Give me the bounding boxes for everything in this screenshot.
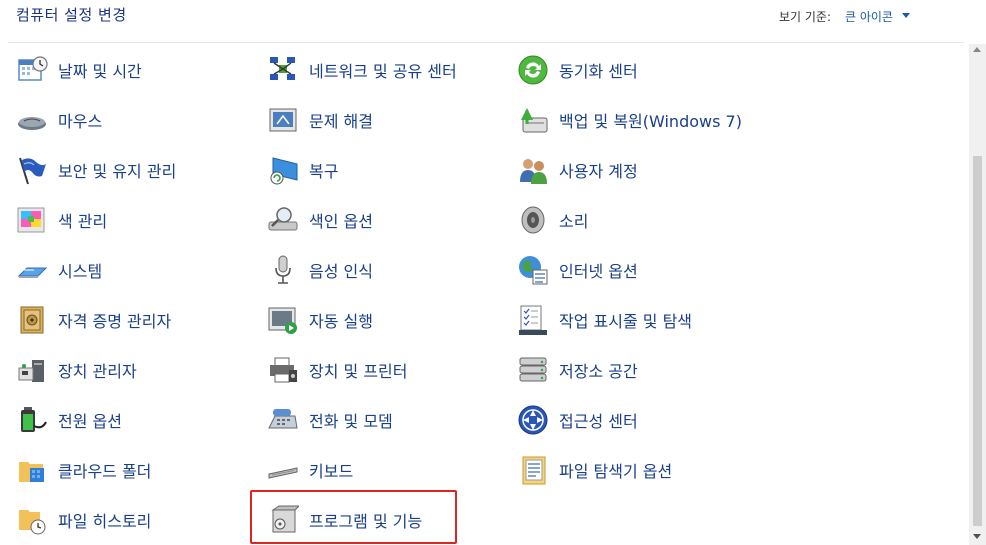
computer-icon: [16, 254, 48, 286]
scroll-up-icon[interactable]: [973, 47, 981, 52]
keyboard-icon: [267, 454, 299, 486]
item-backup-restore[interactable]: 백업 및 복원(Windows 7): [517, 103, 742, 137]
item-user-accounts[interactable]: 사용자 계정: [517, 153, 638, 187]
item-label: 파일 히스토리: [58, 512, 152, 531]
item-label: 작업 표시줄 및 탐색: [559, 312, 693, 331]
item-speech-recognition[interactable]: 음성 인식: [267, 253, 373, 287]
cloud-folder-icon: [16, 454, 48, 486]
page-title: 컴퓨터 설정 변경: [16, 6, 127, 24]
item-label: 색 관리: [58, 212, 108, 231]
phone-modem-icon: [267, 404, 299, 436]
item-cloud-folder[interactable]: 클라우드 폴더: [16, 453, 151, 487]
troubleshooting-icon: [267, 104, 299, 136]
item-security-maintenance[interactable]: 보안 및 유지 관리: [16, 153, 176, 187]
microphone-icon: [267, 254, 299, 286]
item-label: 장치 관리자: [58, 362, 137, 381]
item-troubleshooting[interactable]: 문제 해결: [267, 103, 373, 137]
speaker-icon: [517, 204, 549, 236]
item-file-explorer-options[interactable]: 파일 탐색기 옵션: [517, 453, 672, 487]
item-sync-center[interactable]: 동기화 센터: [517, 53, 638, 87]
item-system[interactable]: 시스템: [16, 253, 102, 287]
item-date-time[interactable]: 날짜 및 시간: [16, 53, 142, 87]
item-label: 복구: [309, 162, 339, 181]
vertical-scrollbar[interactable]: [969, 44, 986, 545]
item-label: 자동 실행: [309, 312, 373, 331]
item-label: 백업 및 복원(Windows 7): [559, 112, 742, 131]
item-phone-modem[interactable]: 전화 및 모뎀: [267, 403, 393, 437]
item-label: 키보드: [309, 462, 354, 481]
device-manager-icon: [16, 354, 48, 386]
battery-icon: [16, 404, 48, 436]
item-ease-of-access[interactable]: 접근성 센터: [517, 403, 638, 437]
item-label: 색인 옵션: [309, 212, 373, 231]
taskbar-icon: [517, 304, 549, 336]
file-history-icon: [16, 504, 48, 536]
item-label: 접근성 센터: [559, 412, 638, 431]
item-power-options[interactable]: 전원 옵션: [16, 403, 122, 437]
item-autoplay[interactable]: 자동 실행: [267, 303, 373, 337]
item-sound[interactable]: 소리: [517, 203, 588, 237]
item-file-history[interactable]: 파일 히스토리: [16, 503, 151, 537]
printer-icon: [267, 354, 299, 386]
ease-of-access-icon: [517, 404, 549, 436]
recovery-icon: [267, 154, 299, 186]
item-device-manager[interactable]: 장치 관리자: [16, 353, 137, 387]
item-label: 전원 옵션: [58, 412, 122, 431]
vault-icon: [16, 304, 48, 336]
view-by-label: 보기 기준:: [779, 10, 832, 24]
item-credential-manager[interactable]: 자격 증명 관리자: [16, 303, 171, 337]
scroll-thumb[interactable]: [973, 156, 982, 526]
sync-icon: [517, 54, 549, 86]
item-recovery[interactable]: 복구: [267, 153, 338, 187]
folder-options-icon: [517, 454, 549, 486]
item-storage-spaces[interactable]: 저장소 공간: [517, 353, 638, 387]
storage-spaces-icon: [517, 354, 549, 386]
programs-features-highlight: [250, 490, 457, 544]
item-taskbar-navigation[interactable]: 작업 표시줄 및 탐색: [517, 303, 692, 337]
network-icon: [267, 54, 299, 86]
backup-icon: [517, 104, 549, 136]
item-label: 날짜 및 시간: [58, 62, 142, 81]
item-indexing-options[interactable]: 색인 옵션: [267, 203, 373, 237]
item-label: 시스템: [58, 262, 103, 281]
item-mouse[interactable]: 마우스: [16, 103, 102, 137]
item-label: 동기화 센터: [559, 62, 638, 81]
item-label: 보안 및 유지 관리: [58, 162, 177, 181]
header-divider: [8, 42, 964, 43]
item-internet-options[interactable]: 인터넷 옵션: [517, 253, 638, 287]
item-color-management[interactable]: 색 관리: [16, 203, 107, 237]
item-label: 저장소 공간: [559, 362, 638, 381]
item-label: 마우스: [58, 112, 103, 131]
item-label: 파일 탐색기 옵션: [559, 462, 673, 481]
item-label: 소리: [559, 212, 589, 231]
item-devices-printers[interactable]: 장치 및 프린터: [267, 353, 408, 387]
chevron-down-icon[interactable]: [902, 13, 910, 18]
user-accounts-icon: [517, 154, 549, 186]
mouse-icon: [16, 104, 48, 136]
item-label: 사용자 계정: [559, 162, 638, 181]
view-by-dropdown[interactable]: 큰 아이콘: [845, 8, 893, 25]
item-keyboard[interactable]: 키보드: [267, 453, 353, 487]
item-label: 자격 증명 관리자: [58, 312, 172, 331]
item-label: 클라우드 폴더: [58, 462, 152, 481]
item-label: 네트워크 및 공유 센터: [309, 62, 457, 81]
scroll-down-icon[interactable]: [973, 534, 981, 539]
item-label: 장치 및 프린터: [309, 362, 408, 381]
indexing-icon: [267, 204, 299, 236]
calendar-clock-icon: [16, 54, 48, 86]
flag-icon: [16, 154, 48, 186]
item-network-sharing[interactable]: 네트워크 및 공유 센터: [267, 53, 457, 87]
autoplay-icon: [267, 304, 299, 336]
internet-options-icon: [517, 254, 549, 286]
item-label: 인터넷 옵션: [559, 262, 638, 281]
color-management-icon: [16, 204, 48, 236]
item-label: 문제 해결: [309, 112, 373, 131]
item-label: 음성 인식: [309, 262, 373, 281]
item-label: 전화 및 모뎀: [309, 412, 393, 431]
